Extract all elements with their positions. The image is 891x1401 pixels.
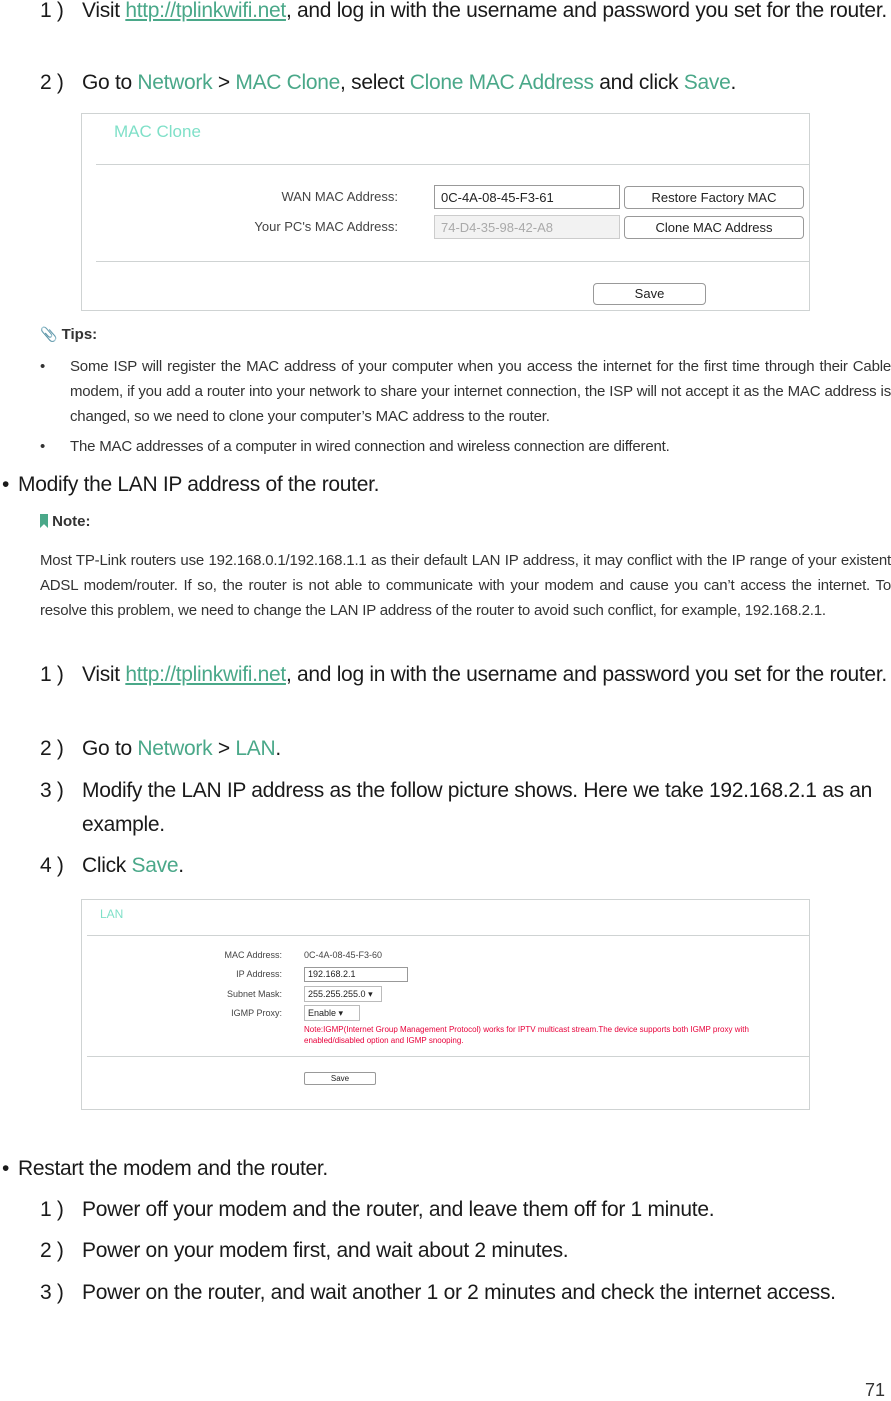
nav-mac-clone: MAC Clone xyxy=(235,71,341,94)
wan-mac-label: WAN MAC Address: xyxy=(281,189,398,204)
note-text: Most TP-Link routers use 192.168.0.1/192… xyxy=(40,552,891,619)
save-button[interactable]: Save xyxy=(593,283,706,305)
ip-address-label: IP Address: xyxy=(236,969,282,979)
divider xyxy=(96,164,809,165)
nav-network: Network xyxy=(137,737,213,760)
step-number: 1 ) xyxy=(40,0,64,22)
note-header: Note: xyxy=(40,513,91,530)
save-button[interactable]: Save xyxy=(304,1072,376,1085)
panel-title: LAN xyxy=(100,907,124,921)
action-save: Save xyxy=(131,854,179,877)
step-power-off: 1 ) Power off your modem and the router,… xyxy=(40,1198,715,1221)
subnet-mask-label: Subnet Mask: xyxy=(226,989,282,999)
restore-factory-mac-button[interactable]: Restore Factory MAC xyxy=(624,186,804,209)
mac-clone-panel: MAC Clone WAN MAC Address: 0C-4A-08-45-F… xyxy=(81,113,810,311)
step-click-save: 4 ) Click Save. xyxy=(40,854,184,877)
step-visit-2: 1 ) Visit http://tplinkwifi.net, and log… xyxy=(40,663,887,686)
pc-mac-input: 74-D4-35-98-42-A8 xyxy=(434,215,620,239)
step-go-to-lan: 2 ) Go to Network > LAN. xyxy=(40,737,281,760)
paperclip-icon: 📎 xyxy=(40,326,58,342)
divider xyxy=(96,261,809,262)
dropdown-arrow-icon: ▾ xyxy=(338,1008,344,1018)
panel-title: MAC Clone xyxy=(114,122,201,141)
tip-item: • Some ISP will register the MAC address… xyxy=(40,354,891,429)
step-power-on-modem: 2 ) Power on your modem first, and wait … xyxy=(40,1239,569,1262)
clone-mac-address-button[interactable]: Clone MAC Address xyxy=(624,216,804,239)
wan-mac-input[interactable]: 0C-4A-08-45-F3-61 xyxy=(434,185,620,209)
page-number: 71 xyxy=(864,1380,885,1400)
step-go-to-mac-clone: 2 ) Go to Network > MAC Clone, select Cl… xyxy=(40,66,890,100)
mac-address-value: 0C-4A-08-45-F3-60 xyxy=(304,950,383,960)
bullet-dot: • xyxy=(40,438,46,455)
subnet-mask-select[interactable]: 255.255.255.0 ▾ xyxy=(304,986,382,1002)
divider xyxy=(87,935,809,936)
lan-panel: LAN MAC Address: 0C-4A-08-45-F3-60 IP Ad… xyxy=(81,899,810,1110)
bullet-dot: • xyxy=(40,358,46,375)
tip-item: • The MAC addresses of a computer in wir… xyxy=(40,434,891,459)
tplinkwifi-link[interactable]: http://tplinkwifi.net xyxy=(125,0,286,22)
igmp-proxy-select[interactable]: Enable ▾ xyxy=(304,1005,360,1021)
bookmark-icon xyxy=(40,514,48,528)
step-visit-1: 1 ) Visit http://tplinkwifi.net, and log… xyxy=(40,0,890,28)
igmp-note: Note:IGMP(Internet Group Management Prot… xyxy=(304,1025,749,1045)
bullet-restart: • Restart the modem and the router. xyxy=(2,1157,328,1180)
action-clone-mac: Clone MAC Address xyxy=(409,71,594,94)
tplinkwifi-link[interactable]: http://tplinkwifi.net xyxy=(125,663,286,686)
pc-mac-label: Your PC's MAC Address: xyxy=(254,219,398,234)
bullet-modify-lan: • Modify the LAN IP address of the router… xyxy=(2,473,380,496)
nav-network: Network xyxy=(137,71,213,94)
nav-lan: LAN xyxy=(235,737,276,760)
dropdown-arrow-icon: ▾ xyxy=(368,989,373,999)
action-save: Save xyxy=(683,71,731,94)
divider xyxy=(87,1056,809,1057)
tips-header: 📎 Tips: xyxy=(40,326,98,343)
step-power-on-router: 3 ) Power on the router, and wait anothe… xyxy=(40,1281,836,1304)
step-number: 2 ) xyxy=(40,71,64,94)
mac-address-label: MAC Address: xyxy=(224,950,282,960)
ip-address-input[interactable]: 192.168.2.1 xyxy=(304,967,408,982)
step-modify-ip: 3 ) Modify the LAN IP address as the fol… xyxy=(40,779,873,836)
igmp-proxy-label: IGMP Proxy: xyxy=(231,1008,282,1018)
